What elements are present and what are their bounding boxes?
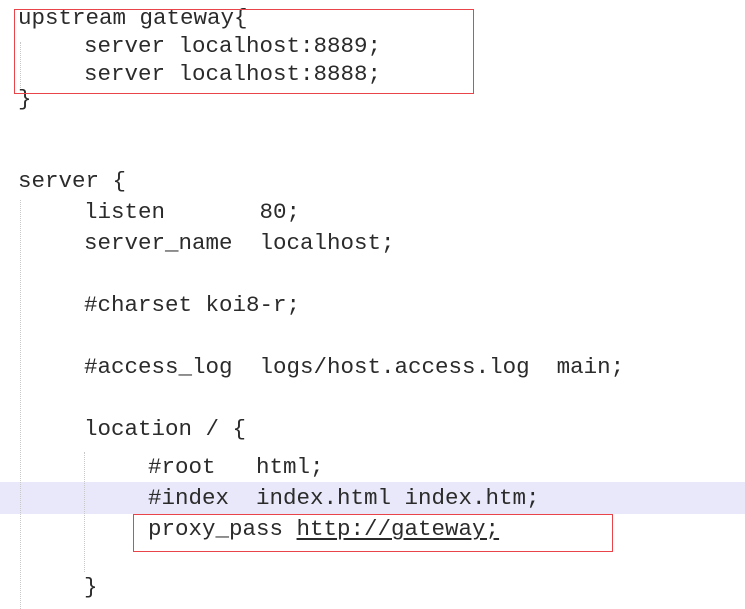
- code-line-access-log: #access_log logs/host.access.log main;: [84, 354, 625, 380]
- code-line-index: #index index.html index.htm;: [148, 485, 540, 511]
- code-line-location-close: }: [84, 574, 98, 600]
- upstream-annotation-box: [14, 9, 474, 94]
- proxy-pass-annotation-box: [133, 514, 613, 552]
- code-line-root: #root html;: [148, 454, 324, 480]
- code-line-server-name: server_name localhost;: [84, 230, 395, 256]
- indent-guide: [84, 452, 85, 572]
- code-line-listen: listen 80;: [84, 199, 301, 225]
- code-line-server-open: server {: [18, 168, 127, 194]
- code-line-location-open: location / {: [84, 416, 247, 442]
- code-line-charset: #charset koi8-r;: [84, 292, 301, 318]
- code-editor[interactable]: upstream gateway{ server localhost:8889;…: [0, 0, 745, 609]
- indent-guide: [20, 200, 21, 609]
